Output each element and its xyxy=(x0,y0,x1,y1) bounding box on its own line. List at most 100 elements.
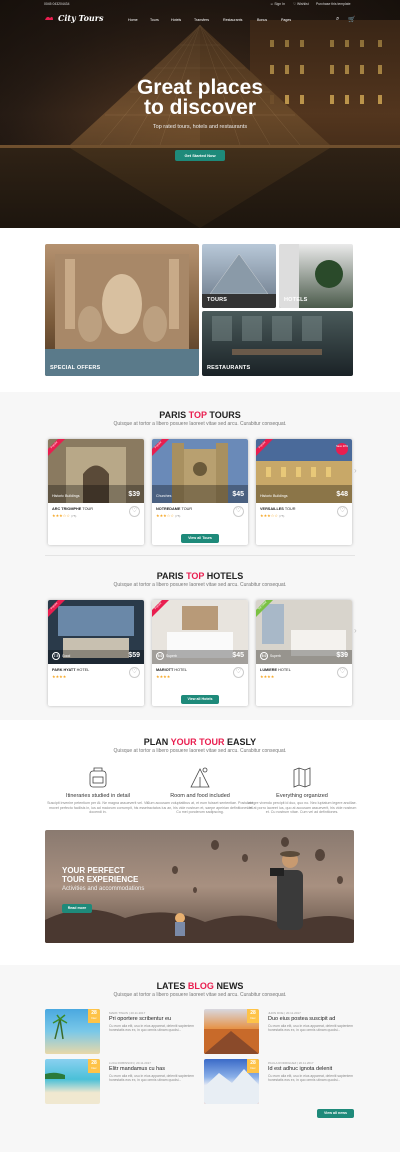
view-all-hotels-button[interactable]: View all Hotels xyxy=(181,695,219,704)
post-title[interactable]: Duo eius postea suscipit ad xyxy=(268,1016,335,1022)
search-icon[interactable]: ⌕ xyxy=(336,16,339,23)
wishlist-heart-icon[interactable]: ♡ xyxy=(233,506,244,517)
save-badge: Save 20% xyxy=(336,443,348,455)
feature-title: Itineraries studied in detail xyxy=(66,793,130,799)
hero-title: Great places to discover xyxy=(136,76,264,119)
tour-card[interactable]: Popular Save 20% Historic Buildings $48 … xyxy=(256,439,352,545)
backpack-icon xyxy=(89,767,107,788)
date-badge: 28 Dec xyxy=(247,1009,259,1023)
wishlist-heart-icon[interactable]: ♡ xyxy=(337,667,348,678)
feature-text: Integre vivendo percipit id duo, quo no.… xyxy=(247,801,357,815)
hotel-card[interactable]: Top rated 9.0 Superb $39 LUMIERE HOTEL ★… xyxy=(256,600,352,706)
post-meta: PAULA RODRIGUEZ | 20.11.2017 xyxy=(268,1061,314,1065)
feature-text: Cum accusam voluptatibus at, et eum fuis… xyxy=(146,801,254,815)
nav-pages[interactable]: Pages xyxy=(281,18,291,22)
nav-restaurants[interactable]: Restaurants xyxy=(223,18,242,22)
read-more-button[interactable]: Read more xyxy=(62,904,92,913)
post-meta: LUCA ROBINSON | 20.11.2017 xyxy=(109,1061,151,1065)
hotel-name: PARK HYATT HOTEL xyxy=(52,668,90,672)
date-badge: 28 Dec xyxy=(247,1059,259,1073)
sign-in-link[interactable]: ☺ Sign In xyxy=(270,2,285,6)
hotel-score-label: Superb xyxy=(270,654,281,658)
phone-number[interactable]: 0045 043204434 xyxy=(44,2,69,6)
banner-subtitle: Activities and accommodations xyxy=(62,886,145,892)
tile-special-offers[interactable]: SPECIAL OFFERS xyxy=(45,244,199,376)
feature-title: Room and food included xyxy=(170,793,230,799)
blog-image[interactable]: 28 Dec xyxy=(204,1059,259,1104)
tile-tours[interactable]: TOURS xyxy=(202,244,276,308)
plan-subtitle: Quisque at tortor a libero posuere laore… xyxy=(113,748,287,754)
post-title[interactable]: Id est adhuc ignota delenit xyxy=(268,1066,332,1072)
cart-icon[interactable]: 🛒 xyxy=(348,16,355,23)
purchase-link[interactable]: Purchase this template xyxy=(316,2,351,6)
hotels-subtitle: Quisque at tortor a libero posuere laore… xyxy=(113,582,287,588)
view-all-tours-button[interactable]: View all Tours xyxy=(181,534,219,543)
feature-text: Suscipit invenire petentium per At. Ne m… xyxy=(47,801,149,815)
wishlist-heart-icon[interactable]: ♡ xyxy=(337,506,348,517)
tour-name: VERSAILLES TOUR xyxy=(260,507,296,511)
banner-title: YOUR PERFECT TOUR EXPERIENCE xyxy=(62,866,139,884)
nav-home[interactable]: Home xyxy=(128,18,138,22)
tour-price: $48 xyxy=(336,491,348,498)
tent-icon xyxy=(190,767,210,788)
tour-name: NOTREDAME TOUR xyxy=(156,507,193,511)
view-all-news-button[interactable]: View all news xyxy=(317,1109,354,1118)
tour-rating: ★★★☆☆ (75) xyxy=(52,513,77,518)
blog-subtitle: Quisque at tortor a libero posuere laore… xyxy=(113,992,287,998)
tour-category: Historic Buildings xyxy=(52,494,80,498)
nav-tours[interactable]: Tours xyxy=(150,18,159,22)
post-title[interactable]: Pri oportere scribentur eu xyxy=(109,1016,171,1022)
hero-subtitle: Top rated tours, hotels and restaurants xyxy=(152,124,248,130)
post-excerpt: Cu eum alia elit, usu in eius appareat, … xyxy=(109,1074,195,1083)
tour-card[interactable]: Popular Historic Buildings $39 ARC TRIOM… xyxy=(48,439,144,545)
feature-title: Everything organized xyxy=(276,793,328,799)
wishlist-heart-icon[interactable]: ♡ xyxy=(129,506,140,517)
hotel-name: LUMIERE HOTEL xyxy=(260,668,291,672)
post-meta: JHON DOE | 20.11.2017 xyxy=(268,1011,301,1015)
carousel-next-icon[interactable]: › xyxy=(354,466,357,475)
hotel-stars: ★★★★ xyxy=(52,674,67,679)
promo-banner: YOUR PERFECT TOUR EXPERIENCE Activities a… xyxy=(45,830,354,943)
hotels-title: PARIS TOP HOTELS xyxy=(156,571,244,581)
wishlist-heart-icon[interactable]: ♡ xyxy=(129,667,140,678)
tours-title: PARIS TOP TOURS xyxy=(159,410,241,420)
post-excerpt: Cu eum alia elit, usu in eius appareat, … xyxy=(109,1024,195,1033)
wishlist-link[interactable]: ♡ Wishlist xyxy=(293,2,309,6)
tour-price: $39 xyxy=(128,491,140,498)
hotel-price: $39 xyxy=(336,652,348,659)
date-badge: 28 Dec xyxy=(88,1059,100,1073)
tour-name: ARC TRIOMPHE TOUR xyxy=(52,507,94,511)
blog-image[interactable]: 28 Dec xyxy=(204,1009,259,1054)
tours-subtitle: Quisque at tortor a libero posuere laore… xyxy=(113,421,287,427)
blog-image[interactable]: 28 Dec xyxy=(45,1009,100,1054)
hotel-price: $45 xyxy=(232,652,244,659)
hotel-card[interactable]: Popular 9.0 Superb $45 MARIOTT HOTEL ★★★… xyxy=(152,600,248,706)
tile-label-tours: TOURS xyxy=(207,297,228,303)
post-meta: MARK TWAIN | 20.11.2017 xyxy=(109,1011,146,1015)
nav-transfers[interactable]: Transfers xyxy=(194,18,209,22)
post-excerpt: Cu eum alia elit, usu in eius appareat, … xyxy=(268,1074,354,1083)
hotel-stars: ★★★★ xyxy=(260,674,275,679)
tile-restaurants[interactable]: RESTAURANTS xyxy=(202,311,353,376)
blog-title: LATES BLOG NEWS xyxy=(156,981,244,991)
logo-icon xyxy=(45,16,53,20)
hotel-score: 9.0 xyxy=(156,652,164,660)
tour-category: Churches xyxy=(156,494,172,498)
nav-hotels[interactable]: Hotels xyxy=(171,18,181,22)
date-badge: 28 Dec xyxy=(88,1009,100,1023)
hotel-card[interactable]: Popular 7.5 Good $59 PARK HYATT HOTEL ★★… xyxy=(48,600,144,706)
tour-card[interactable]: Popular Churches $45 NOTREDAME TOUR ★★★☆… xyxy=(152,439,248,545)
post-title[interactable]: Elitr mandamus cu has xyxy=(109,1066,165,1072)
wishlist-heart-icon[interactable]: ♡ xyxy=(233,667,244,678)
tile-hotels[interactable]: HOTELS xyxy=(279,244,353,308)
get-started-button[interactable]: Get Started Now xyxy=(175,150,225,161)
tile-label-restaurants: RESTAURANTS xyxy=(207,365,251,371)
tile-label-hotels: HOTELS xyxy=(284,297,308,303)
divider xyxy=(45,555,355,556)
nav-bonus[interactable]: Bonus xyxy=(257,18,267,22)
blog-image[interactable]: 28 Dec xyxy=(45,1059,100,1104)
hotel-stars: ★★★★ xyxy=(156,674,171,679)
logo[interactable]: City Tours xyxy=(58,13,103,23)
hotel-score-label: Good xyxy=(62,654,71,658)
carousel-next-icon[interactable]: › xyxy=(354,626,357,635)
